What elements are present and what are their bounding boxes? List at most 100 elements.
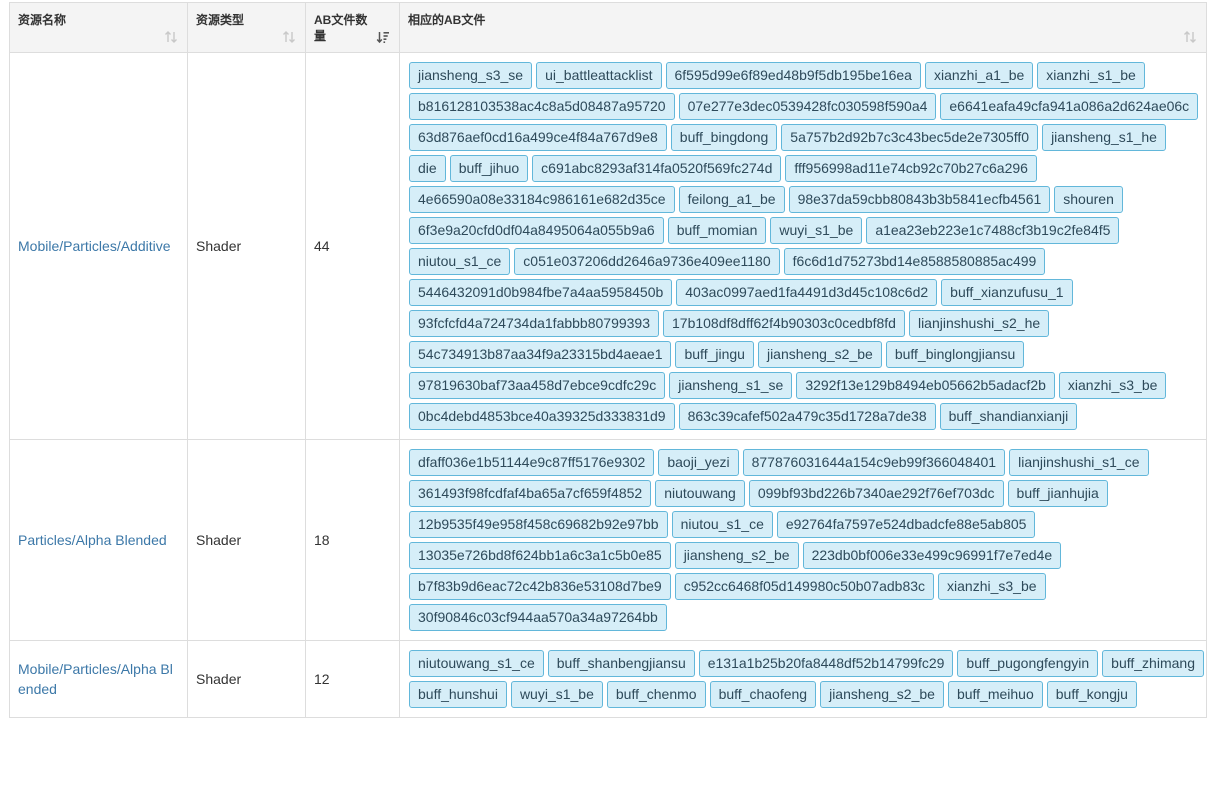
ab-file-tag[interactable]: 07e277e3dec0539428fc030598f590a4 [678, 93, 937, 120]
sort-icon[interactable] [1182, 28, 1198, 44]
ab-file-tag[interactable]: e92764fa7597e524dbadcfe88e5ab805 [776, 511, 1036, 538]
ab-file-tag[interactable]: 98e37da59cbb80843b3b5841ecfb4561 [788, 186, 1051, 213]
table-header: 资源名称 资源类型 AB文件数量 相应的AB文件 [9, 2, 1207, 53]
ab-file-tag[interactable]: e131a1b25b20fa8448df52b14799fc29 [698, 650, 954, 677]
column-header-type[interactable]: 资源类型 [187, 2, 306, 53]
ab-file-tag[interactable]: 877876031644a154c9eb99f366048401 [742, 449, 1006, 476]
ab-file-tag[interactable]: buff_meihuo [947, 681, 1043, 708]
ab-file-tag[interactable]: buff_kongju [1046, 681, 1137, 708]
ab-file-tag[interactable]: b816128103538ac4c8a5d08487a95720 [409, 93, 675, 120]
ab-file-count: 18 [305, 439, 400, 641]
ab-file-tag[interactable]: buff_chenmo [606, 681, 706, 708]
ab-file-tag[interactable]: buff_shandianxianji [939, 403, 1078, 430]
ab-file-tag[interactable]: 5a757b2d92b7c3c43bec5de2e7305ff0 [781, 124, 1039, 151]
ab-file-tag[interactable]: buff_jingu [675, 341, 754, 368]
table-body: Mobile/Particles/Additive Shader 44 jian… [9, 52, 1207, 718]
resource-type: Shader [187, 439, 306, 641]
ab-file-tag[interactable]: jiansheng_s2_be [820, 681, 944, 708]
ab-file-tag[interactable]: wuyi_s1_be [770, 217, 863, 244]
ab-file-tag[interactable]: 13035e726bd8f624bb1a6c3a1c5b0e85 [409, 542, 671, 569]
ab-file-tag[interactable]: buff_shanbengjiansu [547, 650, 695, 677]
ab-file-tag[interactable]: niutouwang_s1_ce [409, 650, 544, 677]
ab-file-tag[interactable]: 361493f98fcdfaf4ba65a7cf659f4852 [409, 480, 652, 507]
ab-file-tag[interactable]: buff_hunshui [409, 681, 507, 708]
ab-file-tag[interactable]: 97819630baf73aa458d7ebce9cdfc29c [409, 372, 666, 399]
column-header-files-label: 相应的AB文件 [408, 13, 486, 27]
ab-file-tag[interactable]: 3292f13e129b8494eb05662b5adacf2b [796, 372, 1055, 399]
ab-file-tag[interactable]: niutou_s1_ce [671, 511, 773, 538]
ab-file-tag[interactable]: buff_bingdong [670, 124, 778, 151]
ab-file-tag[interactable]: 5446432091d0b984fbe7a4aa5958450b [409, 279, 673, 306]
resource-table-wrapper: 资源名称 资源类型 AB文件数量 相应的AB文件 Mobile/Particle… [9, 2, 1207, 718]
ab-file-tag[interactable]: 863c39cafef502a479c35d1728a7de38 [678, 403, 936, 430]
ab-file-list: niutouwang_s1_ce buff_shanbengjiansu e131a… [399, 640, 1207, 718]
ab-file-tag[interactable]: buff_momian [667, 217, 767, 244]
ab-file-tag[interactable]: 403ac0997aed1fa4491d3d45c108c6d2 [676, 279, 938, 306]
sort-icon[interactable] [281, 28, 297, 44]
ab-file-tag[interactable]: 099bf93bd226b7340ae292f76ef703dc [748, 480, 1004, 507]
ab-file-tag[interactable]: jiansheng_s2_be [757, 341, 882, 368]
ab-file-tag[interactable]: 54c734913b87aa34f9a23315bd4aeae1 [409, 341, 672, 368]
ab-file-tag[interactable]: jiansheng_s2_be [674, 542, 799, 569]
resource-name: Mobile/Particles/Alpha Bl ended [9, 640, 188, 718]
ab-file-tag[interactable]: c051e037206dd2646a9736e409ee1180 [514, 248, 780, 275]
ab-file-tag[interactable]: 0bc4debd4853bce40a39325d333831d9 [409, 403, 675, 430]
ab-file-tag[interactable]: buff_binglongjiansu [885, 341, 1025, 368]
ab-file-tag[interactable]: f6c6d1d75273bd14e8588580885ac499 [783, 248, 1046, 275]
ab-file-count: 44 [305, 52, 400, 440]
ab-file-tag[interactable]: c691abc8293af314fa0520f569fc274d [532, 155, 782, 182]
ab-file-tag[interactable]: c952cc6468f05d149980c50b07adb83c [674, 573, 935, 600]
ab-file-tag[interactable]: jiansheng_s3_se [409, 62, 533, 89]
ab-file-tag[interactable]: jiansheng_s1_se [669, 372, 793, 399]
ab-file-tag[interactable]: 17b108df8dff62f4b90303c0cedbf8fd [663, 310, 905, 337]
ab-file-tag[interactable]: e6641eafa49cfa941a086a2d624ae06c [940, 93, 1199, 120]
ab-file-tag[interactable]: 93fcfcfd4a724734da1fabbb80799393 [409, 310, 659, 337]
ab-file-tag[interactable]: baoji_yezi [658, 449, 739, 476]
ab-file-tag[interactable]: buff_chaofeng [709, 681, 817, 708]
column-header-type-label: 资源类型 [196, 13, 245, 27]
column-header-name[interactable]: 资源名称 [9, 2, 188, 53]
ab-file-count: 12 [305, 640, 400, 718]
ab-file-tag[interactable]: jiansheng_s1_he [1042, 124, 1166, 151]
resource-type: Shader [187, 640, 306, 718]
ab-file-tag[interactable]: 6f595d99e6f89ed48b9f5db195be16ea [665, 62, 921, 89]
ab-file-tag[interactable]: niutouwang [655, 480, 745, 507]
ab-file-tag[interactable]: 6f3e9a20cfd0df04a8495064a055b9a6 [409, 217, 664, 244]
ab-file-tag[interactable]: b7f83b9d6eac72c42b836e53108d7be9 [409, 573, 671, 600]
sort-icon[interactable] [163, 28, 179, 44]
ab-file-tag[interactable]: fff956998ad11e74cb92c70b27c6a296 [785, 155, 1037, 182]
resource-name: Particles/Alpha Blended [9, 439, 188, 641]
ab-file-tag[interactable]: ui_battleattacklist [536, 62, 662, 89]
ab-file-tag[interactable]: dfaff036e1b51144e9c87ff5176e9302 [409, 449, 655, 476]
ab-file-tag[interactable]: buff_jihuo [449, 155, 529, 182]
ab-file-tag[interactable]: a1ea23eb223e1c7488cf3b19c2fe84f5 [866, 217, 1120, 244]
ab-file-tag[interactable]: xianzhi_s3_be [1058, 372, 1167, 399]
resource-type: Shader [187, 52, 306, 440]
ab-file-tag[interactable]: xianzhi_a1_be [924, 62, 1034, 89]
ab-file-tag[interactable]: 12b9535f49e958f458c69682b92e97bb [409, 511, 668, 538]
ab-file-tag[interactable]: wuyi_s1_be [510, 681, 603, 708]
column-header-files[interactable]: 相应的AB文件 [399, 2, 1207, 53]
ab-file-tag[interactable]: xianzhi_s1_be [1037, 62, 1145, 89]
sort-desc-icon[interactable] [375, 28, 391, 44]
ab-file-tag[interactable]: niutou_s1_ce [409, 248, 511, 275]
resource-table: 资源名称 资源类型 AB文件数量 相应的AB文件 Mobile/Particle… [9, 2, 1207, 718]
ab-file-tag[interactable]: feilong_a1_be [678, 186, 785, 213]
ab-file-tag[interactable]: 63d876aef0cd16a499ce4f84a767d9e8 [409, 124, 667, 151]
ab-file-tag[interactable]: die [409, 155, 446, 182]
table-row: Particles/Alpha Blended Shader 18 dfaff0… [9, 439, 1207, 641]
column-header-count[interactable]: AB文件数量 [305, 2, 400, 53]
ab-file-tag[interactable]: shouren [1054, 186, 1123, 213]
ab-file-tag[interactable]: lianjinshushi_s1_ce [1009, 449, 1149, 476]
ab-file-tag[interactable]: buff_xianzufusu_1 [941, 279, 1073, 306]
table-row: Mobile/Particles/Additive Shader 44 jian… [9, 52, 1207, 440]
ab-file-tag[interactable]: 30f90846c03cf944aa570a34a97264bb [409, 604, 667, 631]
ab-file-tag[interactable]: buff_jianhujia [1007, 480, 1108, 507]
ab-file-tag[interactable]: 4e66590a08e33184c986161e682d35ce [409, 186, 675, 213]
ab-file-list: dfaff036e1b51144e9c87ff5176e9302 baoji_ye… [399, 439, 1207, 641]
ab-file-tag[interactable]: buff_pugongfengyin [957, 650, 1099, 677]
ab-file-tag[interactable]: lianjinshushi_s2_he [908, 310, 1050, 337]
ab-file-tag[interactable]: 223db0bf006e33e499c96991f7e7ed4e [802, 542, 1062, 569]
ab-file-tag[interactable]: buff_zhimang [1102, 650, 1204, 677]
ab-file-tag[interactable]: xianzhi_s3_be [938, 573, 1046, 600]
